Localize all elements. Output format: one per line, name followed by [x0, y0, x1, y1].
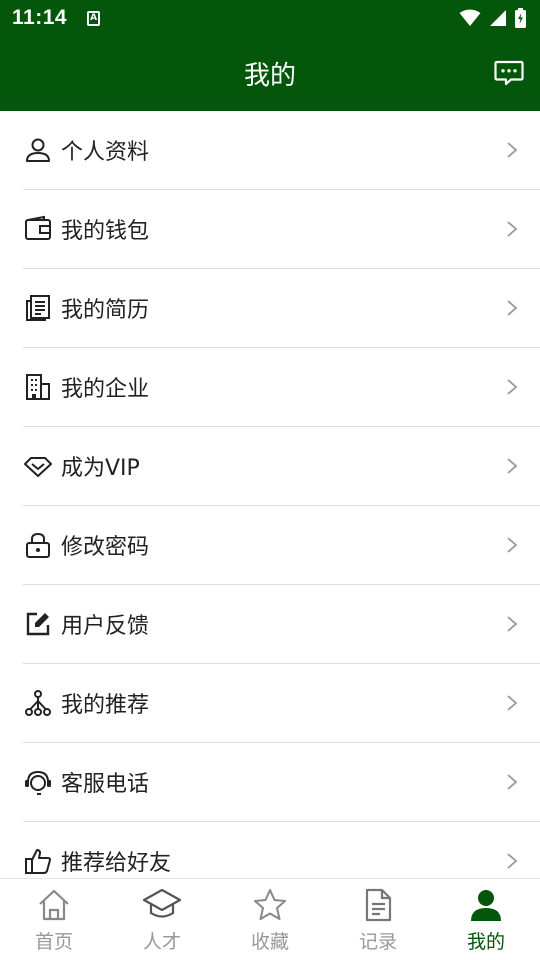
user-filled-icon — [466, 885, 506, 925]
app-header: 我的 — [0, 36, 540, 111]
headset-icon — [23, 767, 53, 797]
share-tree-icon — [23, 688, 53, 718]
menu-item-label: 我的企业 — [61, 377, 150, 402]
person-icon — [23, 135, 53, 165]
chevron-right-icon — [507, 695, 518, 711]
chevron-right-icon — [507, 616, 518, 632]
menu-list: 个人资料 我的钱包 我的简历 我的企业 成为VIP 修改密码 用户反馈 我的推荐… — [0, 111, 540, 878]
building-icon — [23, 372, 53, 402]
menu-item-recommend-friends[interactable]: 推荐给好友 — [23, 822, 540, 878]
chevron-right-icon — [507, 537, 518, 553]
thumbs-up-icon — [23, 846, 53, 876]
menu-item-label: 用户反馈 — [61, 614, 150, 639]
menu-item-label: 客服电话 — [61, 772, 150, 797]
menu-item-wallet[interactable]: 我的钱包 — [23, 190, 540, 269]
tab-label: 收藏 — [250, 931, 289, 953]
chevron-right-icon — [507, 458, 518, 474]
star-icon — [250, 885, 290, 925]
tab-label: 记录 — [358, 931, 397, 953]
menu-item-profile[interactable]: 个人资料 — [23, 111, 540, 190]
menu-item-label: 我的钱包 — [61, 219, 150, 244]
battery-icon — [515, 8, 526, 28]
tab-mine[interactable]: 我的 — [432, 879, 540, 960]
bottom-tab-bar: 首页 人才 收藏 记录 我的 — [0, 878, 540, 960]
chevron-right-icon — [507, 300, 518, 316]
menu-item-feedback[interactable]: 用户反馈 — [23, 585, 540, 664]
menu-item-label: 个人资料 — [61, 140, 150, 165]
menu-item-vip[interactable]: 成为VIP — [23, 427, 540, 506]
lock-icon — [23, 530, 53, 560]
menu-item-label: 成为VIP — [61, 456, 140, 481]
menu-item-service-phone[interactable]: 客服电话 — [23, 743, 540, 822]
diamond-icon — [23, 451, 53, 481]
chevron-right-icon — [507, 379, 518, 395]
document-icon — [358, 885, 398, 925]
tab-records[interactable]: 记录 — [324, 879, 432, 960]
page-title: 我的 — [243, 61, 296, 91]
tab-label: 人才 — [142, 931, 181, 953]
tab-label: 我的 — [466, 931, 505, 953]
tab-talent[interactable]: 人才 — [108, 879, 216, 960]
tab-home[interactable]: 首页 — [0, 879, 108, 960]
menu-item-referrals[interactable]: 我的推荐 — [23, 664, 540, 743]
graduation-cap-icon — [142, 885, 182, 925]
edit-icon — [23, 609, 53, 639]
menu-item-label: 我的推荐 — [61, 693, 150, 718]
home-icon — [34, 885, 74, 925]
signal-icon — [490, 10, 506, 26]
chevron-right-icon — [507, 142, 518, 158]
status-icons — [459, 8, 526, 28]
menu-item-label: 修改密码 — [61, 535, 150, 560]
wallet-icon — [23, 214, 53, 244]
wifi-icon — [459, 9, 481, 26]
chevron-right-icon — [507, 853, 518, 869]
menu-item-label: 我的简历 — [61, 298, 150, 323]
chevron-right-icon — [507, 774, 518, 790]
status-time: 11:14 — [12, 6, 68, 29]
resume-icon — [23, 293, 53, 323]
notification-icon: A — [87, 10, 101, 26]
tab-label: 首页 — [34, 931, 73, 953]
message-icon[interactable] — [494, 58, 524, 88]
menu-item-resume[interactable]: 我的简历 — [23, 269, 540, 348]
chevron-right-icon — [507, 221, 518, 237]
tab-favorites[interactable]: 收藏 — [216, 879, 324, 960]
status-bar: 11:14 A — [0, 0, 540, 36]
menu-item-change-password[interactable]: 修改密码 — [23, 506, 540, 585]
menu-item-label: 推荐给好友 — [61, 851, 172, 876]
menu-item-company[interactable]: 我的企业 — [23, 348, 540, 427]
